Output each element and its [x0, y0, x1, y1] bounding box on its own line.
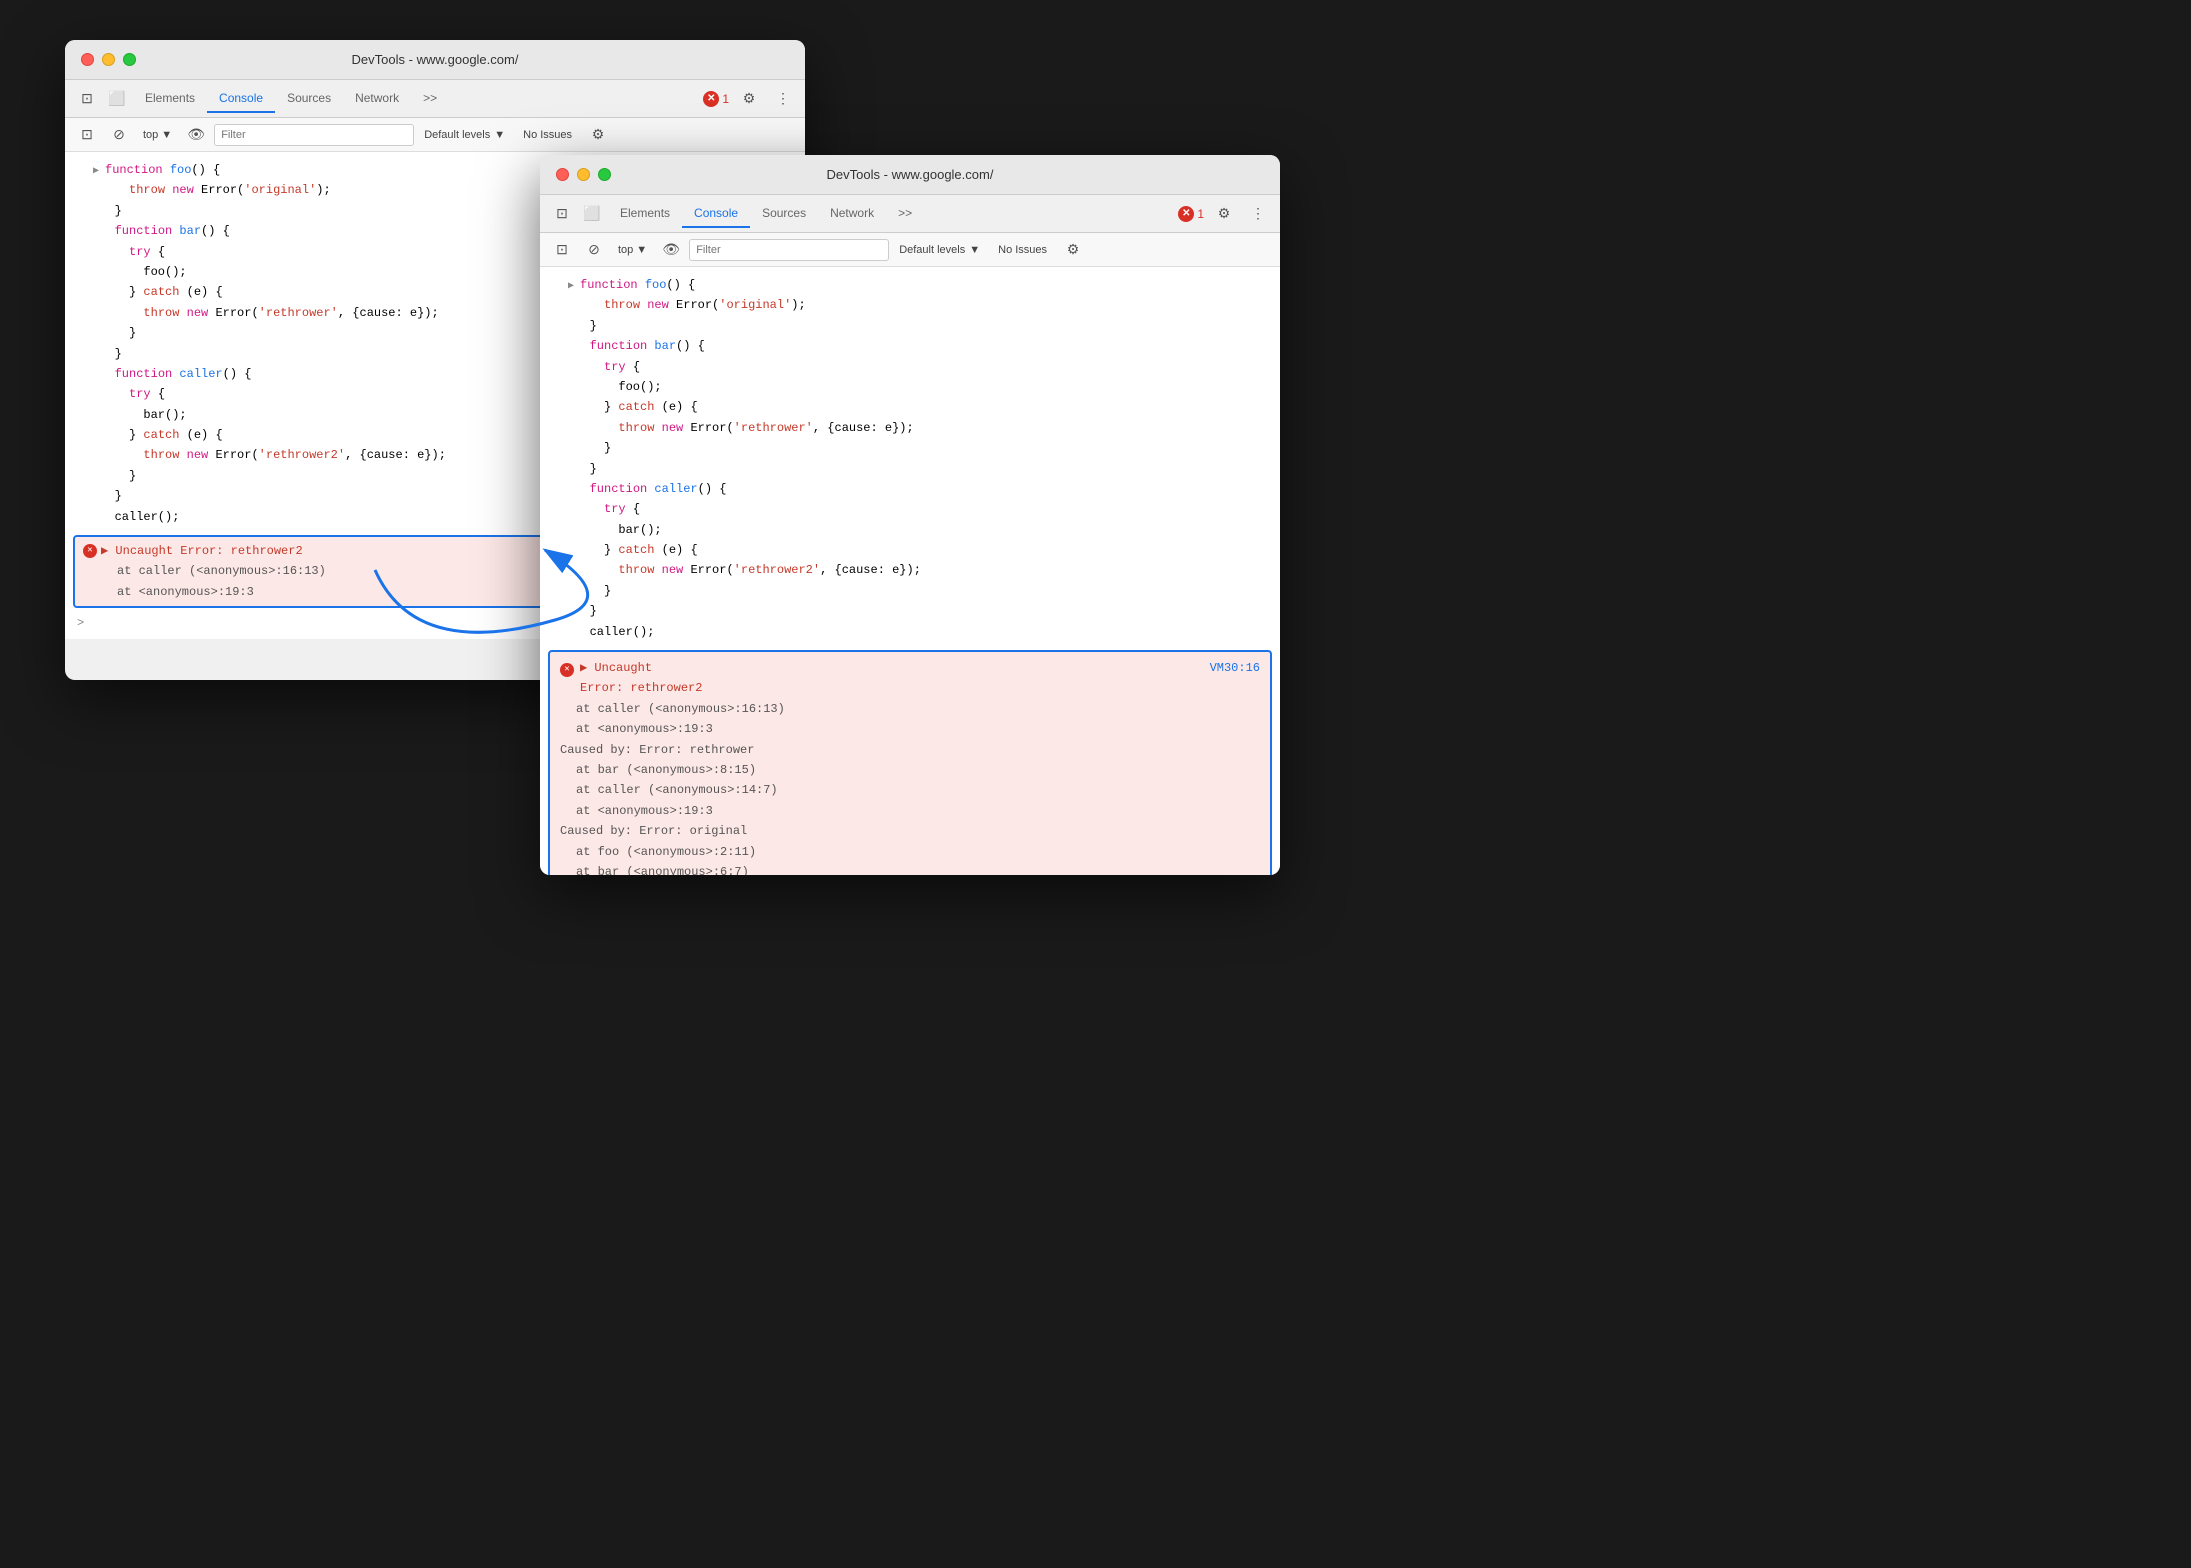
caused1-line3-front: at <anonymous>:19:3 — [560, 801, 1260, 821]
top-selector-front[interactable]: top ▼ — [612, 242, 653, 258]
close-button-front[interactable] — [556, 168, 569, 181]
tab-elements-front[interactable]: Elements — [608, 200, 682, 228]
tab-more-back[interactable]: >> — [411, 85, 449, 113]
device-icon-back[interactable]: ⬜ — [103, 86, 131, 112]
traffic-lights-front — [556, 168, 611, 181]
titlebar-front: DevTools - www.google.com/ — [540, 155, 1280, 195]
eye-icon-front[interactable]: 👁 — [657, 237, 685, 263]
levels-chevron-back: ▼ — [494, 129, 505, 141]
inspect-icon-back[interactable]: ⊡ — [73, 86, 101, 112]
tab-network-back[interactable]: Network — [343, 85, 411, 113]
levels-label-back: Default levels — [424, 129, 490, 141]
error-box-header-front: ✕ ▶ Uncaught VM30:16 — [560, 658, 1260, 678]
error-icon-front: ✕ — [560, 663, 574, 677]
console-content-front: ▶function foo() { throw new Error('origi… — [540, 267, 1280, 875]
error-box-left-front: ✕ ▶ Uncaught — [560, 658, 652, 678]
maximize-button-back[interactable] — [123, 53, 136, 66]
device-icon-front[interactable]: ⬜ — [578, 201, 606, 227]
settings-icon-back[interactable]: ⚙ — [584, 122, 612, 148]
error-header-text-front: ▶ Uncaught — [580, 658, 652, 678]
tab-bar-front: Elements Console Sources Network >> — [608, 200, 1176, 228]
error-circle-back: ✕ — [703, 91, 719, 107]
toolbar-right-back: ✕ 1 ⚙ ⋮ — [703, 86, 797, 112]
error-line1-front: at caller (<anonymous>:16:13) — [560, 699, 1260, 719]
tab-sources-back[interactable]: Sources — [275, 85, 343, 113]
top-chevron-back: ▼ — [161, 129, 172, 141]
caused1-header-front: Caused by: Error: rethrower — [560, 740, 1260, 760]
error-box-front: ✕ ▶ Uncaught VM30:16 Error: rethrower2 a… — [548, 650, 1272, 875]
levels-label-front: Default levels — [899, 244, 965, 256]
vm-link-front[interactable]: VM30:16 — [1210, 658, 1260, 678]
error-count-front: 1 — [1197, 207, 1204, 221]
error-badge-front: ✕ 1 — [1178, 206, 1204, 222]
inspect-icon-front[interactable]: ⊡ — [548, 201, 576, 227]
devtools-window-front: DevTools - www.google.com/ ⊡ ⬜ Elements … — [540, 155, 1280, 875]
error-count-back: 1 — [722, 92, 729, 106]
eye-icon-back[interactable]: 👁 — [182, 122, 210, 148]
window-title-front: DevTools - www.google.com/ — [827, 167, 994, 182]
error-line0-front: Error: rethrower2 — [560, 678, 1260, 698]
caused1-line1-front: at bar (<anonymous>:8:15) — [560, 760, 1260, 780]
top-label-front: top — [618, 244, 633, 256]
caused2-line1-front: at foo (<anonymous>:2:11) — [560, 842, 1260, 862]
no-issues-button-back[interactable]: No Issues — [515, 127, 580, 143]
settings-icon-front[interactable]: ⚙ — [1059, 237, 1087, 263]
top-label-back: top — [143, 129, 158, 141]
sidebar-toggle-back[interactable]: ⊡ — [73, 122, 101, 148]
levels-chevron-front: ▼ — [969, 244, 980, 256]
tab-more-front[interactable]: >> — [886, 200, 924, 228]
clear-icon-back[interactable]: ⊘ — [105, 122, 133, 148]
toolbar-back: ⊡ ⬜ Elements Console Sources Network >> … — [65, 80, 805, 118]
error-circle-front: ✕ — [1178, 206, 1194, 222]
tab-console-back[interactable]: Console — [207, 85, 275, 113]
caused2-line2-front: at bar (<anonymous>:6:7) — [560, 862, 1260, 875]
error-title-back: ▶ Uncaught Error: rethrower2 — [101, 541, 326, 561]
tab-bar-back: Elements Console Sources Network >> — [133, 85, 701, 113]
sidebar-toggle-front[interactable]: ⊡ — [548, 237, 576, 263]
tab-network-front[interactable]: Network — [818, 200, 886, 228]
toolbar-front: ⊡ ⬜ Elements Console Sources Network >> … — [540, 195, 1280, 233]
gear-icon-front[interactable]: ⚙ — [1210, 201, 1238, 227]
traffic-lights-back — [81, 53, 136, 66]
gear-icon-back[interactable]: ⚙ — [735, 86, 763, 112]
caused1-line2-front: at caller (<anonymous>:14:7) — [560, 780, 1260, 800]
error-badge-back: ✕ 1 — [703, 91, 729, 107]
titlebar-back: DevTools - www.google.com/ — [65, 40, 805, 80]
secondary-toolbar-back: ⊡ ⊘ top ▼ 👁 Default levels ▼ No Issues ⚙ — [65, 118, 805, 152]
toolbar-right-front: ✕ 1 ⚙ ⋮ — [1178, 201, 1272, 227]
maximize-button-front[interactable] — [598, 168, 611, 181]
tab-elements-back[interactable]: Elements — [133, 85, 207, 113]
clear-icon-front[interactable]: ⊘ — [580, 237, 608, 263]
more-icon-front[interactable]: ⋮ — [1244, 201, 1272, 227]
filter-input-front[interactable] — [689, 239, 889, 261]
filter-input-back[interactable] — [214, 124, 414, 146]
tab-console-front[interactable]: Console — [682, 200, 750, 228]
top-selector-back[interactable]: top ▼ — [137, 127, 178, 143]
caused2-header-front: Caused by: Error: original — [560, 821, 1260, 841]
no-issues-button-front[interactable]: No Issues — [990, 242, 1055, 258]
levels-button-back[interactable]: Default levels ▼ — [418, 127, 511, 143]
minimize-button-front[interactable] — [577, 168, 590, 181]
window-title-back: DevTools - www.google.com/ — [352, 52, 519, 67]
levels-button-front[interactable]: Default levels ▼ — [893, 242, 986, 258]
close-button-back[interactable] — [81, 53, 94, 66]
secondary-toolbar-front: ⊡ ⊘ top ▼ 👁 Default levels ▼ No Issues ⚙ — [540, 233, 1280, 267]
minimize-button-back[interactable] — [102, 53, 115, 66]
error-content-back: ▶ Uncaught Error: rethrower2 at caller (… — [101, 541, 326, 602]
more-icon-back[interactable]: ⋮ — [769, 86, 797, 112]
prompt-symbol-back: > — [77, 614, 84, 633]
top-chevron-front: ▼ — [636, 244, 647, 256]
error-line2-front: at <anonymous>:19:3 — [560, 719, 1260, 739]
error-icon-back: ✕ — [83, 544, 97, 558]
code-block-front: ▶function foo() { throw new Error('origi… — [540, 271, 1280, 646]
tab-sources-front[interactable]: Sources — [750, 200, 818, 228]
error-line2-back: at <anonymous>:19:3 — [101, 582, 326, 602]
error-line1-back: at caller (<anonymous>:16:13) — [101, 561, 326, 581]
